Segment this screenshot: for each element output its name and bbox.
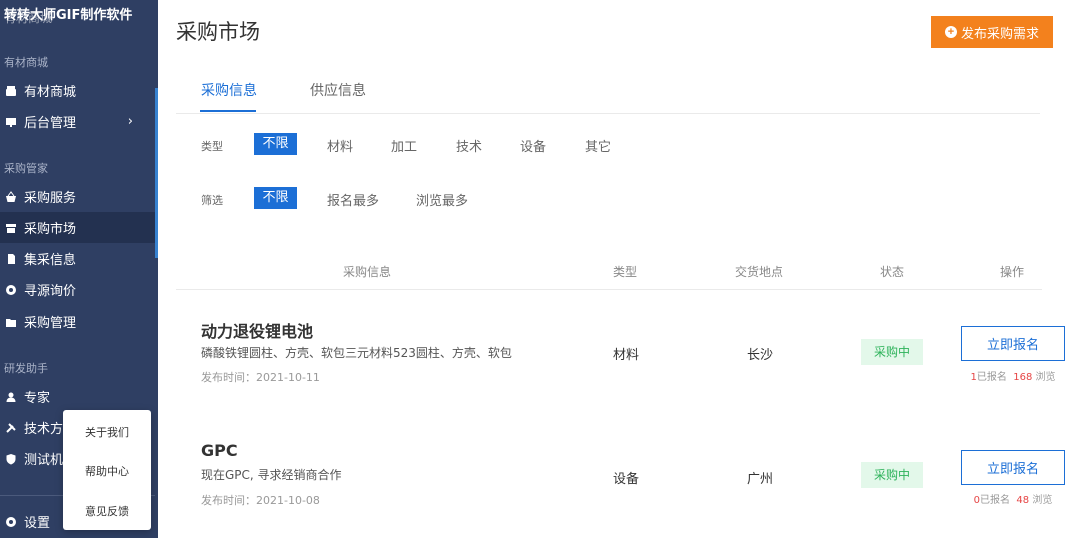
type-filter-technology[interactable]: 技术: [456, 136, 482, 155]
target-icon: [4, 283, 18, 297]
sidebar-item-admin[interactable]: 后台管理 ›: [0, 106, 155, 137]
sort-filter-all[interactable]: 不限: [254, 187, 297, 209]
view-count-label: 浏览: [1035, 372, 1056, 383]
chevron-right-icon: ›: [127, 114, 133, 129]
tab-procurement-info[interactable]: 采购信息: [201, 80, 257, 100]
type-filter-other[interactable]: 其它: [585, 136, 611, 155]
menu-item-feedback[interactable]: 意见反馈: [63, 503, 151, 519]
monitor-icon: [4, 115, 18, 129]
row-stats: 0已报名 48 浏览: [961, 491, 1065, 506]
sort-filter-most-signups[interactable]: 报名最多: [327, 190, 379, 209]
status-badge: 采购中: [861, 462, 923, 488]
row-publish-time: 发布时间：2021-10-08: [201, 494, 320, 507]
publish-request-label: 发布采购需求: [960, 25, 1039, 41]
tab-supply-info[interactable]: 供应信息: [310, 80, 366, 100]
row-location: 长沙: [747, 348, 774, 363]
row-title[interactable]: 动力退役锂电池: [201, 318, 313, 342]
tabs-divider: [176, 113, 1040, 114]
signup-button[interactable]: 立即报名: [961, 450, 1065, 485]
menu-item-about[interactable]: 关于我们: [63, 424, 151, 440]
sidebar-item-label: 采购管理: [24, 316, 77, 331]
row-description: 磷酸铁锂圆柱、方壳、软包三元材料523圆柱、方壳、软包: [201, 346, 512, 360]
menu-item-help[interactable]: 帮助中心: [63, 463, 151, 479]
table-header-divider: [176, 289, 1042, 290]
sidebar-item-procurement-service[interactable]: 采购服务: [0, 181, 155, 212]
sidebar-item-label: 采购服务: [24, 191, 77, 206]
basket-icon: [4, 190, 18, 204]
column-header-action: 操作: [1000, 265, 1025, 279]
brand-title: 转转大师GIF制作软件: [4, 8, 133, 23]
row-location: 广州: [747, 472, 774, 487]
section-label-mall: 有材商城: [4, 56, 48, 69]
sidebar-item-label: 采购市场: [24, 222, 77, 237]
view-count: 48: [1016, 495, 1030, 506]
sidebar-item-label: 后台管理: [24, 116, 77, 131]
sidebar-item-procurement-manage[interactable]: 采购管理: [0, 306, 155, 337]
section-label-rd: 研发助手: [4, 362, 48, 375]
sidebar-item-label: 专家: [24, 391, 51, 406]
sidebar-item-sourcing[interactable]: 寻源询价: [0, 274, 155, 305]
publish-request-button[interactable]: + 发布采购需求: [931, 16, 1053, 48]
view-count: 168: [1013, 372, 1033, 383]
column-header-info: 采购信息: [343, 265, 392, 279]
sidebar-item-expert[interactable]: 专家: [0, 381, 155, 412]
shield-icon: [4, 452, 18, 466]
main-content: 采购市场 + 发布采购需求 采购信息 供应信息 类型 不限 材料 加工 技术 设…: [158, 0, 1079, 538]
app: 有材商城 转转大师GIF制作软件 有材商城 有材商城 后台管理 › 采购管家 采…: [0, 0, 1079, 538]
row-type: 材料: [613, 348, 640, 363]
gear-icon: [4, 515, 18, 529]
type-filter-equipment[interactable]: 设备: [520, 136, 546, 155]
column-header-type: 类型: [613, 265, 638, 279]
sort-filter-most-views[interactable]: 浏览最多: [416, 190, 468, 209]
row-type: 设备: [613, 472, 640, 487]
page-title: 采购市场: [176, 20, 260, 44]
sidebar-item-procurement-market[interactable]: 采购市场: [0, 212, 155, 243]
type-filter-label: 类型: [201, 140, 223, 153]
signup-count-label: 已报名: [976, 372, 1007, 383]
plus-circle-icon: +: [944, 26, 957, 38]
section-label-procurement: 采购管家: [4, 162, 48, 175]
folder-icon: [4, 315, 18, 329]
sidebar-item-label: 集采信息: [24, 253, 77, 268]
view-count-label: 浏览: [1032, 495, 1053, 506]
sidebar-item-label: 有材商城: [24, 85, 77, 100]
type-filter-processing[interactable]: 加工: [391, 136, 417, 155]
sidebar-item-mall[interactable]: 有材商城: [0, 75, 155, 106]
column-header-status: 状态: [880, 265, 905, 279]
shop-icon: [4, 84, 18, 98]
row-publish-time: 发布时间：2021-10-11: [201, 371, 320, 384]
sidebar-item-group-purchase[interactable]: 集采信息: [0, 243, 155, 274]
row-title[interactable]: GPC: [201, 441, 238, 460]
status-badge: 采购中: [861, 339, 923, 365]
store-icon: [4, 221, 18, 235]
row-stats: 1已报名 168 浏览: [961, 368, 1065, 383]
type-filter-all[interactable]: 不限: [254, 133, 297, 155]
sort-filter-label: 筛选: [201, 194, 223, 207]
signup-count-label: 已报名: [980, 495, 1011, 506]
row-description: 现在GPC, 寻求经销商合作: [201, 468, 342, 482]
signup-button[interactable]: 立即报名: [961, 326, 1065, 361]
column-header-location: 交货地点: [735, 265, 784, 279]
active-tab-underline: [200, 110, 256, 112]
user-icon: [4, 390, 18, 404]
sidebar-item-label: 设置: [24, 516, 51, 531]
document-icon: [4, 252, 18, 266]
help-popover-menu: 关于我们 帮助中心 意见反馈: [63, 410, 151, 530]
tools-icon: [4, 421, 18, 435]
type-filter-material[interactable]: 材料: [327, 136, 353, 155]
sidebar-item-label: 寻源询价: [24, 284, 77, 299]
